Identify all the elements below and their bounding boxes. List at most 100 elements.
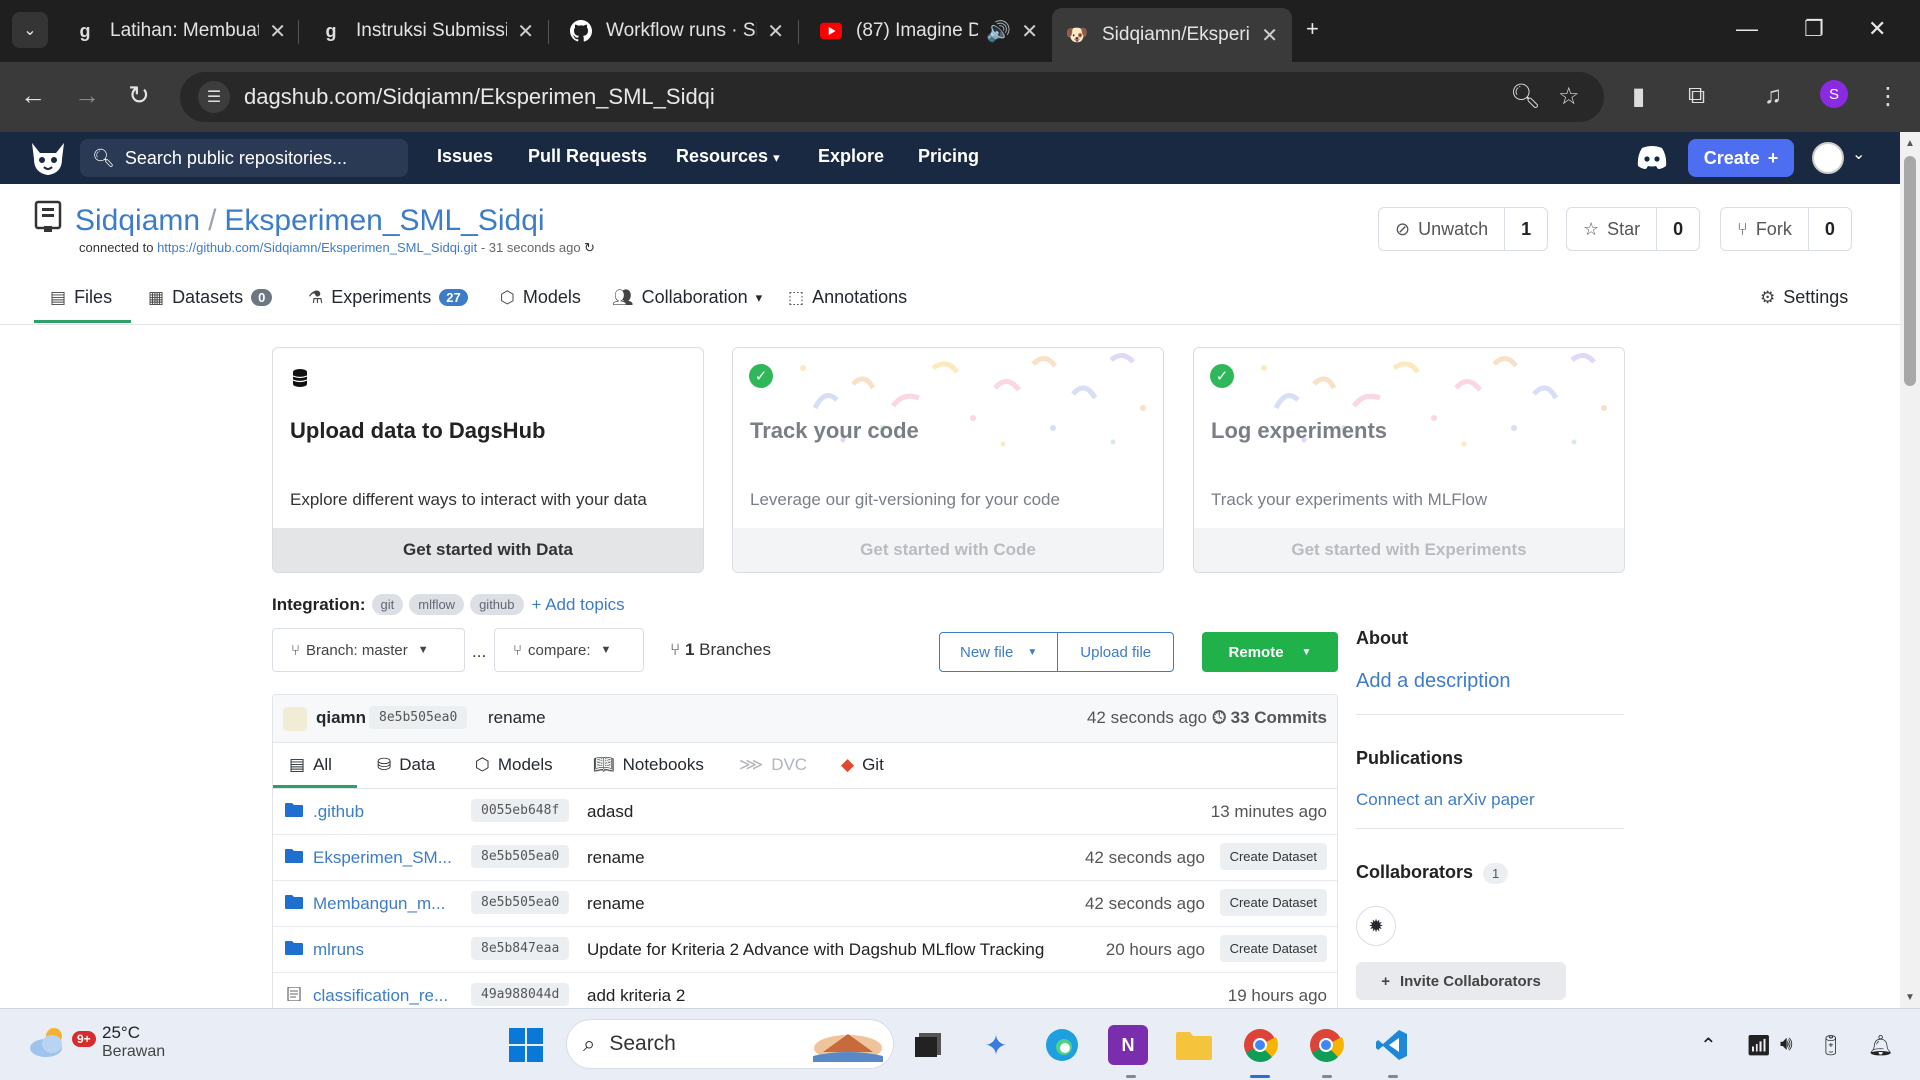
table-row[interactable]: .github 0055eb648f adasd 13 minutes ago bbox=[273, 789, 1337, 835]
taskbar-search[interactable]: ⌕ Search bbox=[566, 1019, 894, 1069]
create-dataset-button[interactable]: Create Dataset bbox=[1219, 889, 1327, 916]
browser-tab-2[interactable]: g Instruksi Submission Proy ✕ bbox=[306, 8, 548, 54]
browser-tab-3[interactable]: Workflow runs · Sidqiamn ✕ bbox=[556, 8, 798, 54]
speaker-icon[interactable]: 🔊 bbox=[986, 19, 1011, 44]
star-label-group[interactable]: ☆ Star bbox=[1567, 208, 1658, 250]
filter-tab-notebooks[interactable]: 📖︎ Notebooks bbox=[593, 755, 704, 775]
star-button[interactable]: ☆ Star 0 bbox=[1566, 207, 1701, 251]
tab-experiments[interactable]: ⚗ Experiments 27 bbox=[308, 287, 468, 308]
scroll-down-icon[interactable]: ▼ bbox=[1905, 992, 1915, 1003]
file-explorer-icon[interactable] bbox=[1174, 1025, 1214, 1065]
close-icon[interactable]: ✕ bbox=[767, 19, 784, 44]
committer-name[interactable]: qiamn bbox=[316, 708, 366, 728]
address-bar[interactable]: ☰ dagshub.com/Sidqiamn/Eksperimen_SML_Si… bbox=[180, 72, 1604, 122]
battery-icon[interactable]: 🔋︎ bbox=[1818, 1033, 1843, 1058]
discord-icon[interactable] bbox=[1636, 144, 1668, 170]
notification-bell-icon[interactable]: 🔔︎ bbox=[1868, 1033, 1893, 1058]
file-name-link[interactable]: Membangun_m... bbox=[313, 894, 445, 914]
user-avatar[interactable] bbox=[1812, 142, 1844, 174]
file-name-link[interactable]: .github bbox=[313, 802, 364, 822]
forward-icon[interactable]: → bbox=[74, 80, 100, 111]
commit-sha[interactable]: 8e5b505ea0 bbox=[471, 891, 570, 914]
new-file-button[interactable]: New file ▼ bbox=[940, 633, 1059, 671]
nav-pull-requests[interactable]: Pull Requests bbox=[528, 146, 647, 167]
branches-link[interactable]: ⑂ 1 Branches bbox=[670, 640, 771, 660]
tab-files[interactable]: ▤ Files bbox=[50, 287, 112, 308]
browser-tab-4[interactable]: (87) Imagine Dragons 🔊 ✕ bbox=[806, 8, 1052, 54]
repo-name-link[interactable]: Eksperimen_SML_Sidqi bbox=[224, 204, 544, 237]
back-icon[interactable]: ← bbox=[20, 80, 46, 111]
get-started-code-button[interactable]: Get started with Code bbox=[733, 528, 1163, 572]
profile-avatar[interactable]: S bbox=[1820, 80, 1848, 108]
commit-message[interactable]: adasd bbox=[587, 802, 633, 822]
file-name-link[interactable]: Eksperimen_SM... bbox=[313, 848, 452, 868]
new-tab-button[interactable]: + bbox=[1306, 16, 1319, 42]
copilot-icon[interactable]: ✦ bbox=[976, 1025, 1016, 1065]
topic-tag[interactable]: mlflow bbox=[409, 594, 465, 615]
nav-resources[interactable]: Resources ▾ bbox=[676, 146, 780, 167]
zoom-icon[interactable]: 🔍︎ bbox=[1510, 82, 1540, 111]
window-close-icon[interactable]: ✕ bbox=[1868, 16, 1886, 42]
unwatch-label-group[interactable]: ⊘ Unwatch bbox=[1379, 208, 1506, 250]
volume-icon[interactable]: 🔊︎ bbox=[1780, 1033, 1793, 1056]
fork-label-group[interactable]: ⑂ Fork bbox=[1721, 208, 1809, 250]
topic-tag[interactable]: github bbox=[470, 594, 524, 615]
tab-settings[interactable]: ⚙ Settings bbox=[1760, 287, 1848, 308]
reload-icon[interactable]: ↻ bbox=[128, 80, 150, 111]
scrollbar-thumb[interactable] bbox=[1904, 156, 1916, 386]
nav-issues[interactable]: Issues bbox=[437, 146, 493, 167]
commit-message[interactable]: rename bbox=[587, 894, 645, 914]
compare-select[interactable]: ⑂ compare: ▼ bbox=[494, 628, 644, 672]
commit-sha[interactable]: 8e5b847eaa bbox=[471, 937, 570, 960]
file-name-link[interactable]: mlruns bbox=[313, 940, 364, 960]
connected-repo-link[interactable]: https://github.com/Sidqiamn/Eksperimen_S… bbox=[157, 240, 477, 255]
commit-sha[interactable]: 49a988044d bbox=[471, 983, 570, 1006]
media-control-icon[interactable]: ♫ bbox=[1764, 82, 1782, 110]
page-scrollbar[interactable]: ▲ ▼ bbox=[1900, 132, 1920, 1008]
add-description-link[interactable]: Add a description bbox=[1356, 670, 1511, 693]
edge-icon[interactable] bbox=[1042, 1025, 1082, 1065]
add-topics-link[interactable]: + Add topics bbox=[532, 595, 625, 615]
commit-message[interactable]: add kriteria 2 bbox=[587, 986, 685, 1006]
commit-message[interactable]: rename bbox=[587, 848, 645, 868]
filter-tab-git[interactable]: ◆ Git bbox=[841, 755, 884, 775]
unwatch-button[interactable]: ⊘ Unwatch 1 bbox=[1378, 207, 1549, 251]
minimize-icon[interactable]: — bbox=[1736, 16, 1758, 42]
table-row[interactable]: Eksperimen_SM... 8e5b505ea0 rename 42 se… bbox=[273, 835, 1337, 881]
commit-sha[interactable]: 0055eb648f bbox=[471, 799, 570, 822]
task-view-icon[interactable] bbox=[908, 1025, 948, 1065]
get-started-experiments-button[interactable]: Get started with Experiments bbox=[1194, 528, 1624, 572]
restore-icon[interactable]: ❐ bbox=[1804, 16, 1824, 42]
create-dataset-button[interactable]: Create Dataset bbox=[1219, 843, 1327, 870]
bookmark-star-icon[interactable]: ☆ bbox=[1558, 82, 1580, 111]
dagshub-logo-icon[interactable] bbox=[28, 139, 68, 177]
close-icon[interactable]: ✕ bbox=[1021, 19, 1038, 44]
windows-start-icon[interactable] bbox=[506, 1025, 546, 1065]
browser-menu-icon[interactable]: ⋮ bbox=[1876, 82, 1900, 111]
onenote-icon[interactable]: N bbox=[1108, 1025, 1148, 1065]
create-button[interactable]: Create + bbox=[1688, 139, 1794, 177]
extension-docs-icon[interactable]: ▮ bbox=[1632, 82, 1645, 111]
wifi-icon[interactable]: 📶︎ bbox=[1746, 1033, 1771, 1058]
committer-avatar[interactable] bbox=[283, 707, 307, 731]
close-icon[interactable]: ✕ bbox=[1261, 23, 1278, 48]
table-row[interactable]: mlruns 8e5b847eaa Update for Kriteria 2 … bbox=[273, 927, 1337, 973]
filter-tab-all[interactable]: ▤ All bbox=[289, 755, 332, 775]
repo-owner-link[interactable]: Sidqiamn bbox=[75, 204, 200, 237]
filter-tab-dvc[interactable]: ⋙ DVC bbox=[739, 755, 807, 775]
site-info-icon[interactable]: ☰ bbox=[198, 81, 230, 113]
weather-widget[interactable]: 9+ 25°C Berawan bbox=[28, 1023, 165, 1061]
close-icon[interactable]: ✕ bbox=[517, 19, 534, 44]
filter-tab-data[interactable]: ⛁ Data bbox=[377, 755, 435, 775]
topic-tag[interactable]: git bbox=[371, 594, 404, 615]
commit-sha[interactable]: 8e5b505ea0 bbox=[471, 845, 570, 868]
create-dataset-button[interactable]: Create Dataset bbox=[1219, 935, 1327, 962]
browser-tab-1[interactable]: g Latihan: Membuat Versio ✕ bbox=[60, 8, 300, 54]
vscode-icon[interactable] bbox=[1372, 1025, 1412, 1065]
filter-tab-models[interactable]: ⬡ Models bbox=[475, 755, 553, 775]
fork-count[interactable]: 0 bbox=[1809, 219, 1851, 240]
invite-collaborators-button[interactable]: + Invite Collaborators bbox=[1356, 962, 1566, 1000]
commits-link[interactable]: 🕓︎ 33 Commits bbox=[1212, 708, 1327, 728]
chrome-profile-icon[interactable] bbox=[1306, 1025, 1346, 1065]
get-started-data-button[interactable]: Get started with Data bbox=[273, 528, 703, 572]
